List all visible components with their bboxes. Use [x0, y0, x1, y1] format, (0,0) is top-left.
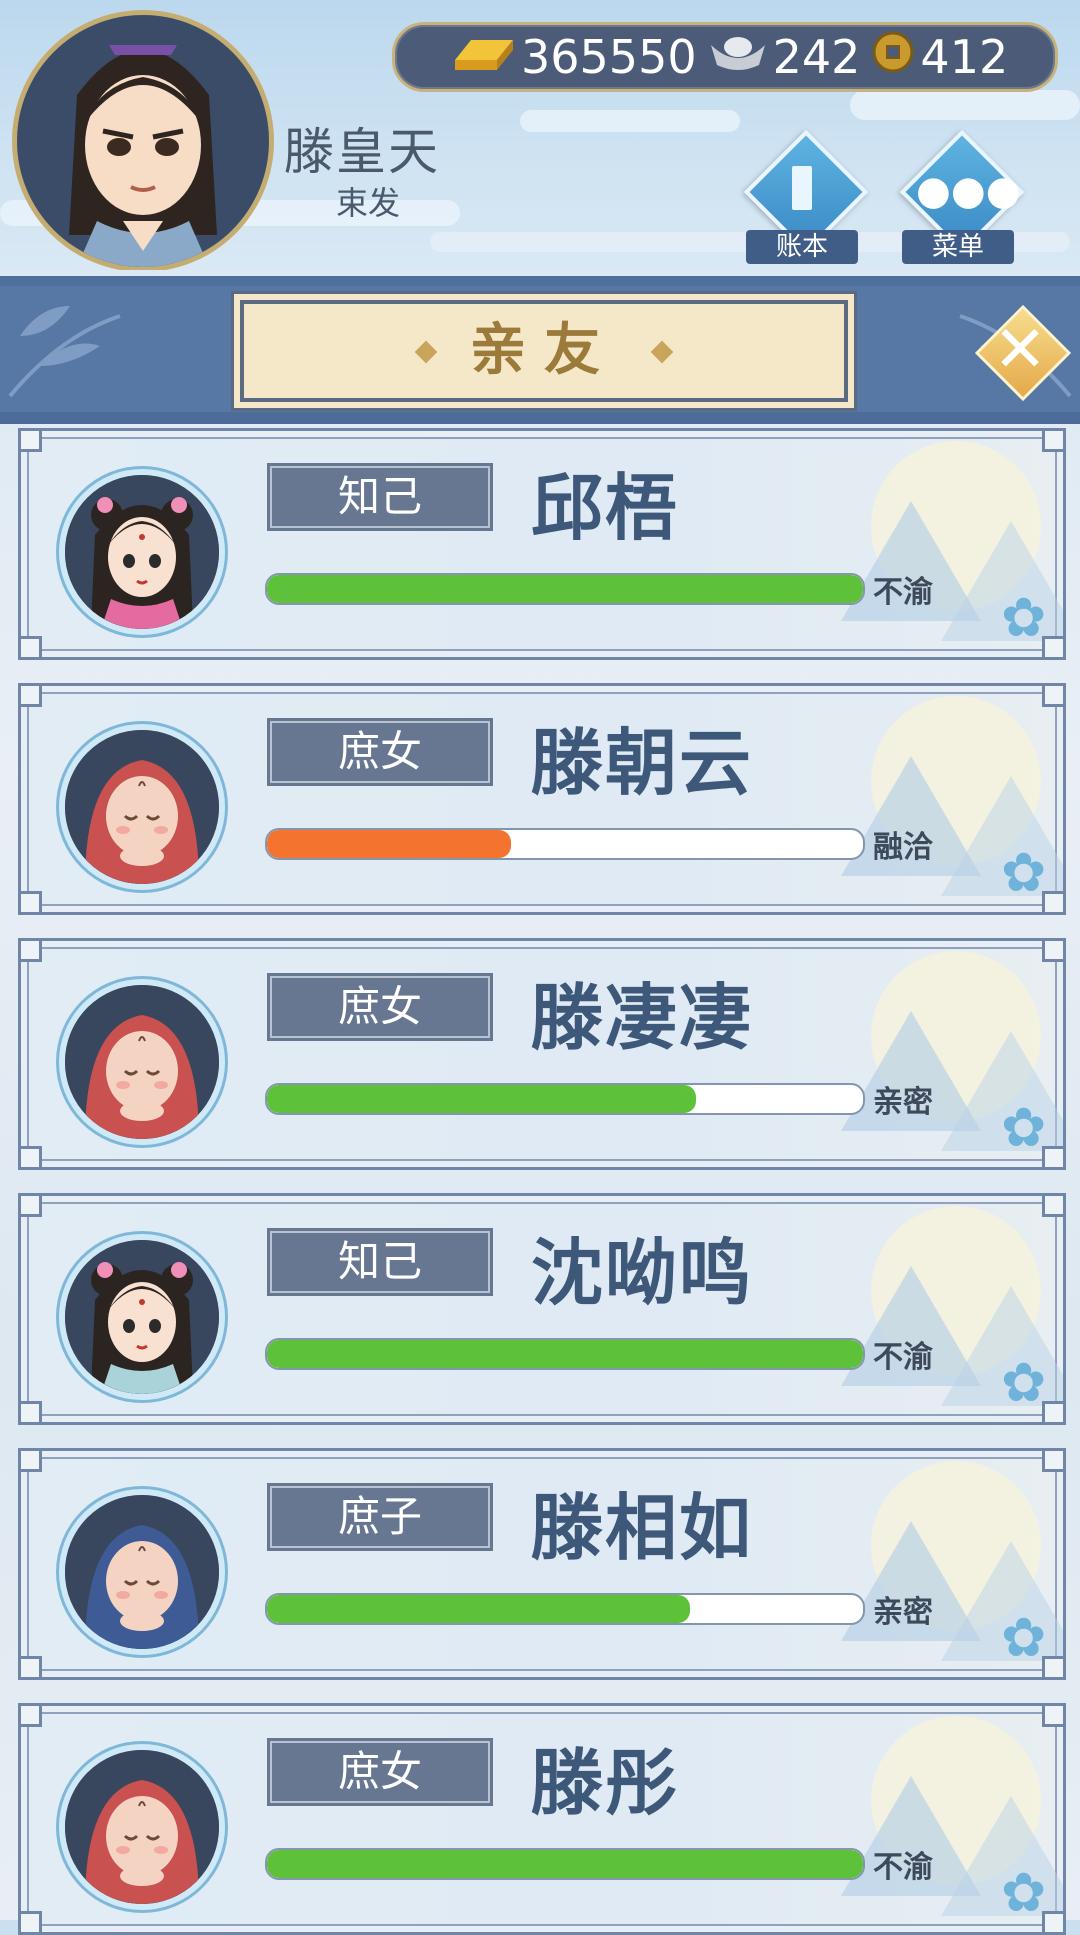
bamboo-leaves-icon — [8, 306, 121, 398]
gold-ingot-icon — [451, 30, 515, 85]
affinity-bar-fill — [267, 1850, 863, 1878]
relation-tag: 庶子 — [267, 1483, 493, 1551]
frame-corner — [21, 1451, 42, 1472]
frame-corner — [1042, 1451, 1063, 1472]
relative-card[interactable]: ✿ 知己 沈呦鸣 不渝 — [18, 1193, 1066, 1425]
frame-corner — [21, 431, 42, 452]
relative-card[interactable]: ✿ 庶子 滕相如 亲密 — [18, 1448, 1066, 1680]
top-header: 滕皇天 束发 365550 242 412 账本 ●●● 菜单 — [0, 0, 1080, 270]
affinity-bar — [265, 1848, 865, 1880]
affinity-bar-fill — [267, 1595, 691, 1623]
gold-amount: 365550 — [521, 30, 697, 84]
menu-button[interactable]: ●●● 菜单 — [896, 129, 1025, 264]
menu-label: 菜单 — [902, 230, 1014, 264]
frame-corner — [21, 941, 42, 962]
frame-corner — [21, 1911, 42, 1932]
frame-corner — [1042, 941, 1063, 962]
flower-icon: ✿ — [1001, 1096, 1047, 1159]
frame-corner — [21, 1706, 42, 1727]
frame-corner — [1042, 1196, 1063, 1217]
flower-icon: ✿ — [1001, 1351, 1047, 1414]
title-plaque: 亲友 — [240, 300, 848, 402]
cloud-decoration — [850, 90, 1080, 120]
affinity-status: 亲密 — [873, 1085, 933, 1120]
silver-ingot-icon — [709, 30, 767, 84]
flower-icon: ✿ — [1001, 841, 1047, 904]
relation-tag: 庶女 — [267, 1738, 493, 1806]
relative-name: 滕朝云 — [531, 721, 754, 805]
currency-bar: 365550 242 412 — [392, 22, 1058, 92]
book-glyph — [792, 166, 812, 210]
player-portrait-icon — [17, 15, 269, 267]
ellipsis-glyph: ●●● — [916, 168, 1021, 214]
affinity-bar-fill — [267, 1085, 697, 1113]
relative-card[interactable]: ✿ 庶女 滕凄凄 亲密 — [18, 938, 1066, 1170]
ledger-button[interactable]: 账本 — [740, 129, 869, 264]
affinity-bar — [265, 1593, 865, 1625]
frame-corner — [21, 686, 42, 707]
relative-avatar[interactable] — [59, 1489, 225, 1655]
affinity-status: 不渝 — [873, 575, 933, 610]
relative-card[interactable]: ✿ 庶女 滕彤 不渝 — [18, 1703, 1066, 1935]
frame-corner — [1042, 431, 1063, 452]
silver-amount: 242 — [772, 30, 861, 84]
relative-name: 滕彤 — [531, 1741, 680, 1825]
affinity-status: 融洽 — [873, 830, 933, 865]
ledger-label: 账本 — [746, 230, 858, 264]
relative-name: 沈呦鸣 — [531, 1231, 754, 1315]
relative-avatar[interactable] — [59, 979, 225, 1145]
silver-counter: 242 — [709, 30, 861, 84]
affinity-bar — [265, 1083, 865, 1115]
gold-counter: 365550 — [451, 30, 697, 85]
flower-icon: ✿ — [1001, 1606, 1047, 1669]
affinity-bar — [265, 573, 865, 605]
flower-icon: ✿ — [1001, 586, 1047, 649]
panel-title: 亲友 — [470, 318, 618, 383]
coin-counter: 412 — [872, 30, 1008, 84]
affinity-status: 亲密 — [873, 1595, 933, 1630]
player-name: 滕皇天 — [284, 123, 440, 181]
relative-name: 邱梧 — [531, 466, 680, 550]
frame-corner — [21, 891, 42, 912]
affinity-status: 不渝 — [873, 1340, 933, 1375]
relative-avatar[interactable] — [59, 469, 225, 635]
close-icon: ✕ — [993, 313, 1047, 387]
flower-icon: ✿ — [1001, 1861, 1047, 1924]
relation-tag: 知己 — [267, 463, 493, 531]
frame-corner — [21, 636, 42, 657]
relative-card[interactable]: ✿ 知己 邱梧 不渝 — [18, 428, 1066, 660]
relative-card[interactable]: ✿ 庶女 滕朝云 融洽 — [18, 683, 1066, 915]
relative-avatar[interactable] — [59, 1744, 225, 1910]
cloud-decoration — [520, 110, 740, 132]
affinity-bar — [265, 828, 865, 860]
relative-name: 滕凄凄 — [531, 976, 754, 1060]
copper-coin-icon — [872, 30, 914, 84]
relative-avatar[interactable] — [59, 1234, 225, 1400]
affinity-bar — [265, 1338, 865, 1370]
frame-corner — [21, 1146, 42, 1167]
relative-avatar[interactable] — [59, 724, 225, 890]
affinity-bar-fill — [267, 575, 863, 603]
relation-tag: 庶女 — [267, 973, 493, 1041]
player-age-title: 束发 — [336, 184, 401, 222]
player-avatar[interactable] — [12, 10, 274, 270]
affinity-bar-fill — [267, 1340, 863, 1368]
close-button[interactable]: ✕ — [974, 304, 1072, 402]
relation-tag: 知己 — [267, 1228, 493, 1296]
affinity-bar-fill — [267, 830, 512, 858]
frame-corner — [1042, 686, 1063, 707]
frame-corner — [21, 1401, 42, 1422]
frame-corner — [1042, 1706, 1063, 1727]
relative-name: 滕相如 — [531, 1486, 754, 1570]
frame-corner — [21, 1196, 42, 1217]
relation-tag: 庶女 — [267, 718, 493, 786]
affinity-status: 不渝 — [873, 1850, 933, 1885]
frame-corner — [21, 1656, 42, 1677]
coin-amount: 412 — [920, 30, 1009, 84]
